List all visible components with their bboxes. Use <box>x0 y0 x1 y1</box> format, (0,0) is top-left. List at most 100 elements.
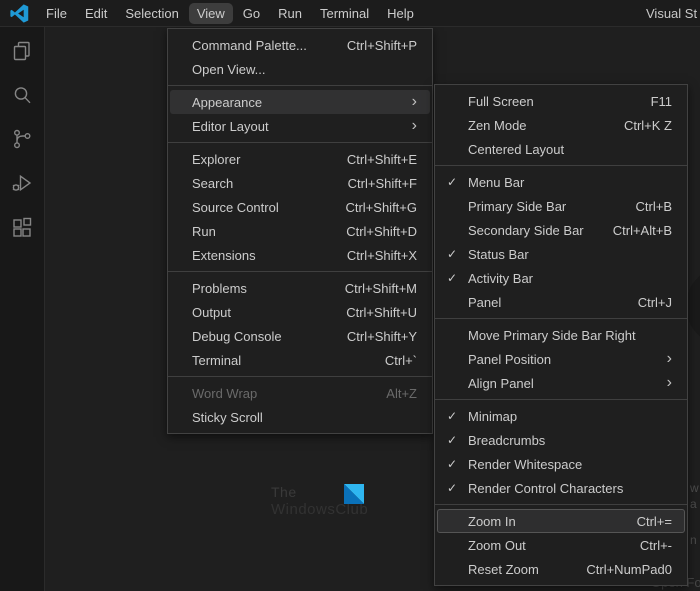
menu-item-shortcut: Ctrl+J <box>618 295 672 310</box>
chevron-right-icon: › <box>647 348 672 370</box>
menu-item-label: Status Bar <box>468 247 529 262</box>
menu-item-output[interactable]: OutputCtrl+Shift+U <box>170 300 430 324</box>
menu-item-editor-layout[interactable]: Editor Layout › <box>170 114 430 138</box>
menu-item-move-primary-side-bar-right[interactable]: Move Primary Side Bar Right <box>437 323 685 347</box>
menu-item-status-bar[interactable]: ✓Status Bar <box>437 242 685 266</box>
menu-item-run[interactable]: Run Ctrl+Shift+D <box>170 219 430 243</box>
menu-item-label: Extensions <box>192 248 256 263</box>
menu-item-label: Secondary Side Bar <box>468 223 584 238</box>
menu-item-panel-position[interactable]: Panel Position› <box>437 347 685 371</box>
menu-separator <box>168 271 432 272</box>
menu-item-label: Output <box>192 305 231 320</box>
menu-item-label: Zoom Out <box>468 538 526 553</box>
menu-item-shortcut: Ctrl+Shift+Y <box>327 329 417 344</box>
menubar-item-run[interactable]: Run <box>270 3 310 24</box>
menu-item-word-wrap[interactable]: Word Wrap Alt+Z <box>170 381 430 405</box>
menu-item-shortcut: Ctrl+NumPad0 <box>566 562 672 577</box>
menu-item-label: Open View... <box>192 62 265 77</box>
chevron-right-icon: › <box>392 115 417 137</box>
menubar-item-selection[interactable]: Selection <box>117 3 186 24</box>
menu-item-label: Primary Side Bar <box>468 199 566 214</box>
menu-item-label: Zoom In <box>468 514 516 529</box>
menu-separator <box>435 504 687 505</box>
menu-item-shortcut: Ctrl+Shift+D <box>326 224 417 239</box>
background-text-fragment: w <box>690 481 699 495</box>
menu-item-label: Run <box>192 224 216 239</box>
menu-item-debug-console[interactable]: Debug ConsoleCtrl+Shift+Y <box>170 324 430 348</box>
menu-item-label: Breadcrumbs <box>468 433 545 448</box>
source-control-icon[interactable] <box>0 117 44 161</box>
vscode-window: w a n Open Fol The WindowsClub FileEditS… <box>0 0 700 591</box>
titlebar: FileEditSelectionViewGoRunTerminalHelp V… <box>0 0 700 27</box>
menu-item-sticky-scroll[interactable]: Sticky Scroll <box>170 405 430 429</box>
menu-separator <box>435 318 687 319</box>
menubar-item-terminal[interactable]: Terminal <box>312 3 377 24</box>
menu-separator <box>168 85 432 86</box>
menubar-item-edit[interactable]: Edit <box>77 3 115 24</box>
windowsclub-logo-icon <box>344 484 364 504</box>
menu-item-zoom-in[interactable]: Zoom In Ctrl+= <box>437 509 685 533</box>
menu-item-shortcut: Ctrl+Shift+P <box>327 38 417 53</box>
window-title: Visual St <box>646 6 697 21</box>
menu-item-full-screen[interactable]: Full ScreenF11 <box>437 89 685 113</box>
menu-item-menu-bar[interactable]: ✓Menu Bar <box>437 170 685 194</box>
menu-item-render-whitespace[interactable]: ✓Render Whitespace <box>437 452 685 476</box>
checkmark-icon: ✓ <box>447 481 468 495</box>
menu-item-minimap[interactable]: ✓Minimap <box>437 404 685 428</box>
menu-item-align-panel[interactable]: Align Panel› <box>437 371 685 395</box>
menu-item-shortcut: Ctrl+Shift+M <box>325 281 417 296</box>
search-icon[interactable] <box>0 73 44 117</box>
menu-item-label: Zen Mode <box>468 118 527 133</box>
menu-item-source-control[interactable]: Source ControlCtrl+Shift+G <box>170 195 430 219</box>
menu-item-explorer[interactable]: ExplorerCtrl+Shift+E <box>170 147 430 171</box>
menu-item-label: Panel <box>468 295 501 310</box>
menu-item-terminal[interactable]: TerminalCtrl+` <box>170 348 430 372</box>
view-menu-dropdown: Command Palette...Ctrl+Shift+P Open View.… <box>167 28 433 434</box>
menu-item-centered-layout[interactable]: Centered Layout <box>437 137 685 161</box>
menu-item-render-control-characters[interactable]: ✓Render Control Characters <box>437 476 685 500</box>
checkmark-icon: ✓ <box>447 271 468 285</box>
menu-item-label: Move Primary Side Bar Right <box>468 328 636 343</box>
menu-item-problems[interactable]: ProblemsCtrl+Shift+M <box>170 276 430 300</box>
menu-item-label: Editor Layout <box>192 119 269 134</box>
menu-item-shortcut: Ctrl+= <box>617 514 672 529</box>
appearance-submenu: Full ScreenF11Zen ModeCtrl+K Z Centered L… <box>434 84 688 586</box>
checkmark-icon: ✓ <box>447 409 468 423</box>
menu-item-label: Menu Bar <box>468 175 524 190</box>
menu-item-extensions[interactable]: Extensions Ctrl+Shift+X <box>170 243 430 267</box>
menu-item-zen-mode[interactable]: Zen ModeCtrl+K Z <box>437 113 685 137</box>
checkmark-icon: ✓ <box>447 433 468 447</box>
menubar-item-file[interactable]: File <box>38 3 75 24</box>
menubar-item-view[interactable]: View <box>189 3 233 24</box>
checkmark-icon: ✓ <box>447 247 468 261</box>
menu-item-shortcut: Ctrl+Alt+B <box>593 223 672 238</box>
menu-item-label: Render Control Characters <box>468 481 623 496</box>
menu-item-label: Terminal <box>192 353 241 368</box>
menu-item-label: Centered Layout <box>468 142 564 157</box>
menu-item-zoom-out[interactable]: Zoom OutCtrl+- <box>437 533 685 557</box>
menu-item-secondary-side-bar[interactable]: Secondary Side Bar Ctrl+Alt+B <box>437 218 685 242</box>
menu-item-command-palette[interactable]: Command Palette...Ctrl+Shift+P <box>170 33 430 57</box>
menu-item-primary-side-bar[interactable]: Primary Side BarCtrl+B <box>437 194 685 218</box>
menu-item-shortcut: Alt+Z <box>366 386 417 401</box>
menubar-item-go[interactable]: Go <box>235 3 268 24</box>
menu-item-label: Word Wrap <box>192 386 257 401</box>
menu-item-label: Render Whitespace <box>468 457 582 472</box>
menubar-item-help[interactable]: Help <box>379 3 422 24</box>
menu-item-search[interactable]: Search Ctrl+Shift+F <box>170 171 430 195</box>
menu-item-shortcut: Ctrl+Shift+X <box>327 248 417 263</box>
menu-item-label: Align Panel <box>468 376 534 391</box>
menu-item-appearance[interactable]: Appearance› <box>170 90 430 114</box>
menu-item-activity-bar[interactable]: ✓Activity Bar <box>437 266 685 290</box>
menu-item-open-view[interactable]: Open View... <box>170 57 430 81</box>
menu-item-label: Search <box>192 176 233 191</box>
menu-item-reset-zoom[interactable]: Reset Zoom Ctrl+NumPad0 <box>437 557 685 581</box>
menu-item-shortcut: Ctrl+Shift+F <box>328 176 417 191</box>
menu-item-label: Reset Zoom <box>468 562 539 577</box>
explorer-icon[interactable] <box>0 29 44 73</box>
extensions-icon[interactable] <box>0 205 44 249</box>
menu-item-shortcut: F11 <box>631 94 672 109</box>
menu-item-breadcrumbs[interactable]: ✓Breadcrumbs <box>437 428 685 452</box>
run-and-debug-icon[interactable] <box>0 161 44 205</box>
menu-item-panel[interactable]: Panel Ctrl+J <box>437 290 685 314</box>
